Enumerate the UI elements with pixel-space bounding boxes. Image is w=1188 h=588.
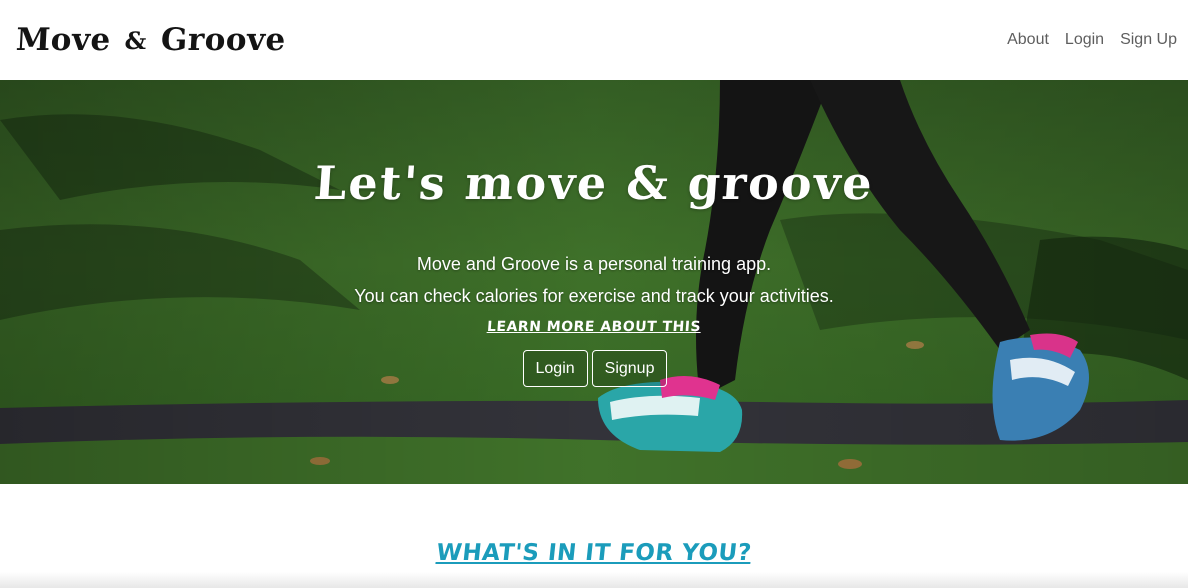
nav-about-link[interactable]: About [1007,31,1049,49]
learn-more-link[interactable]: LEARN MORE ABOUT THIS [0,319,1188,335]
hero-buttons: Login Signup [0,350,1188,387]
brand-ampersand: & [123,25,148,55]
brand-text-groove: Groove [159,22,287,58]
hero-title: Let's move & groove [312,156,876,210]
hero-signup-button[interactable]: Signup [591,350,668,387]
hero-content: Let's move & groove Move and Groove is a… [0,80,1188,484]
nav-signup-link[interactable]: Sign Up [1120,31,1177,49]
navbar: Move & Groove About Login Sign Up [0,0,1188,80]
brand-logo[interactable]: Move & Groove [15,22,287,58]
hero-section: Let's move & groove Move and Groove is a… [0,80,1188,484]
hero-description-line-1: Move and Groove is a personal training a… [416,254,772,274]
brand-text-move: Move [15,22,112,58]
nav-login-link[interactable]: Login [1065,31,1104,49]
bottom-divider-shadow [0,572,1188,588]
section-title-link[interactable]: WHAT'S IN IT FOR YOU? [0,540,1188,566]
nav-links: About Login Sign Up [991,31,1177,49]
hero-login-button[interactable]: Login [522,350,588,387]
hero-description-line-2: You can check calories for exercise and … [354,286,834,306]
